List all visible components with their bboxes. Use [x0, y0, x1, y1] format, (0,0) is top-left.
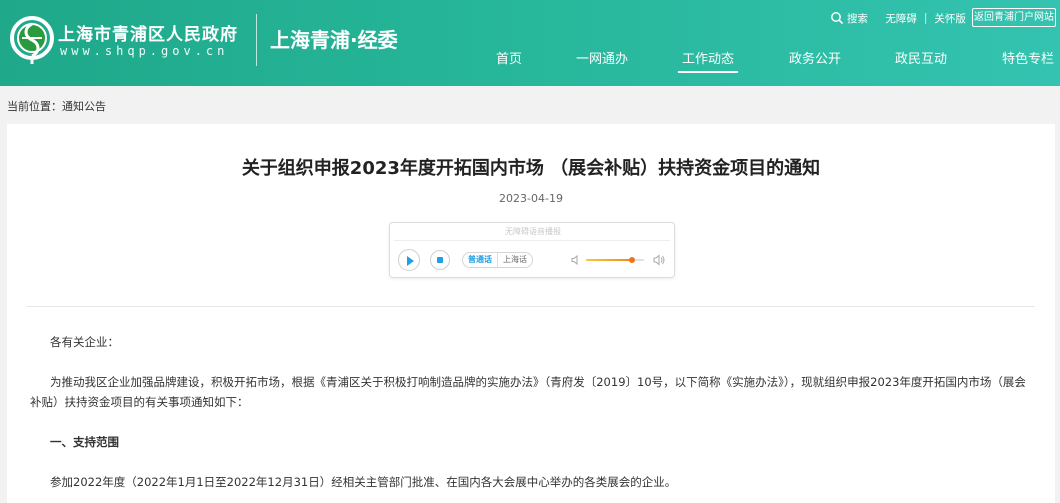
article-card: 关于组织申报2023年度开拓国内市场 （展会补贴）扶持资金项目的通知 2023-… [7, 124, 1055, 503]
nav-item-one-stop-service[interactable]: 一网通办 [576, 48, 628, 67]
volume-slider-handle[interactable] [629, 257, 636, 263]
volume-slider[interactable] [586, 257, 644, 263]
toplink-separator: | [923, 12, 928, 24]
language-shanghainese[interactable]: 上海话 [497, 253, 532, 267]
site-name[interactable]: 上海市青浦区人民政府 [58, 20, 238, 45]
search-link[interactable]: 搜索 [847, 11, 868, 26]
toplink-spacer [875, 12, 878, 24]
voice-broadcast-player: 无障碍语音播报 普通话 上海话 [389, 222, 675, 278]
content-divider [27, 306, 1035, 307]
breadcrumb: 当前位置：通知公告 [7, 100, 106, 113]
volume-level-fill [586, 259, 633, 261]
article-paragraph-salutation: 各有关企业： [50, 335, 119, 349]
article-paragraph-intro: 为推动我区企业加强品牌建设，积极开拓市场，根据《青浦区关于积极打响制造品牌的实施… [30, 375, 1026, 409]
stop-icon[interactable] [430, 250, 450, 270]
return-portal-button[interactable]: 返回青浦门户网站 [972, 8, 1056, 27]
accessibility-link[interactable]: 无障碍 [885, 11, 917, 26]
site-header: 上海市青浦区人民政府 www.shqp.gov.cn 上海青浦·经委 搜索 无障… [0, 0, 1060, 86]
nav-item-gov-disclosure[interactable]: 政务公开 [789, 48, 841, 67]
language-toggle: 普通话 上海话 [462, 252, 533, 268]
player-title: 无障碍语音播报 [505, 227, 561, 236]
article-paragraph-scope: 参加2022年度（2022年1月1日至2022年12月31日）经相关主管部门批准… [50, 475, 677, 489]
nav-item-public-interaction[interactable]: 政民互动 [895, 48, 947, 67]
nav-item-home[interactable]: 首页 [496, 48, 522, 67]
article-title: 关于组织申报2023年度开拓国内市场 （展会补贴）扶持资金项目的通知 [241, 158, 821, 179]
article-date: 2023-04-19 [499, 192, 563, 205]
play-icon[interactable] [398, 249, 420, 271]
main-nav: 首页 一网通办 工作动态 政务公开 政民互动 特色专栏 [0, 48, 1060, 73]
volume-low-icon[interactable] [570, 254, 582, 266]
search-icon[interactable] [830, 11, 844, 25]
article-section-heading: 一、支持范围 [50, 435, 119, 449]
care-mode-link[interactable]: 关怀版 [934, 11, 966, 26]
player-divider [394, 240, 670, 241]
nav-item-work-news[interactable]: 工作动态 [677, 48, 739, 73]
volume-high-icon[interactable] [652, 253, 666, 267]
language-mandarin[interactable]: 普通话 [463, 253, 497, 267]
top-links: 搜索 无障碍 | 关怀版 [830, 10, 966, 26]
nav-item-special-columns[interactable]: 特色专栏 [1002, 48, 1054, 67]
